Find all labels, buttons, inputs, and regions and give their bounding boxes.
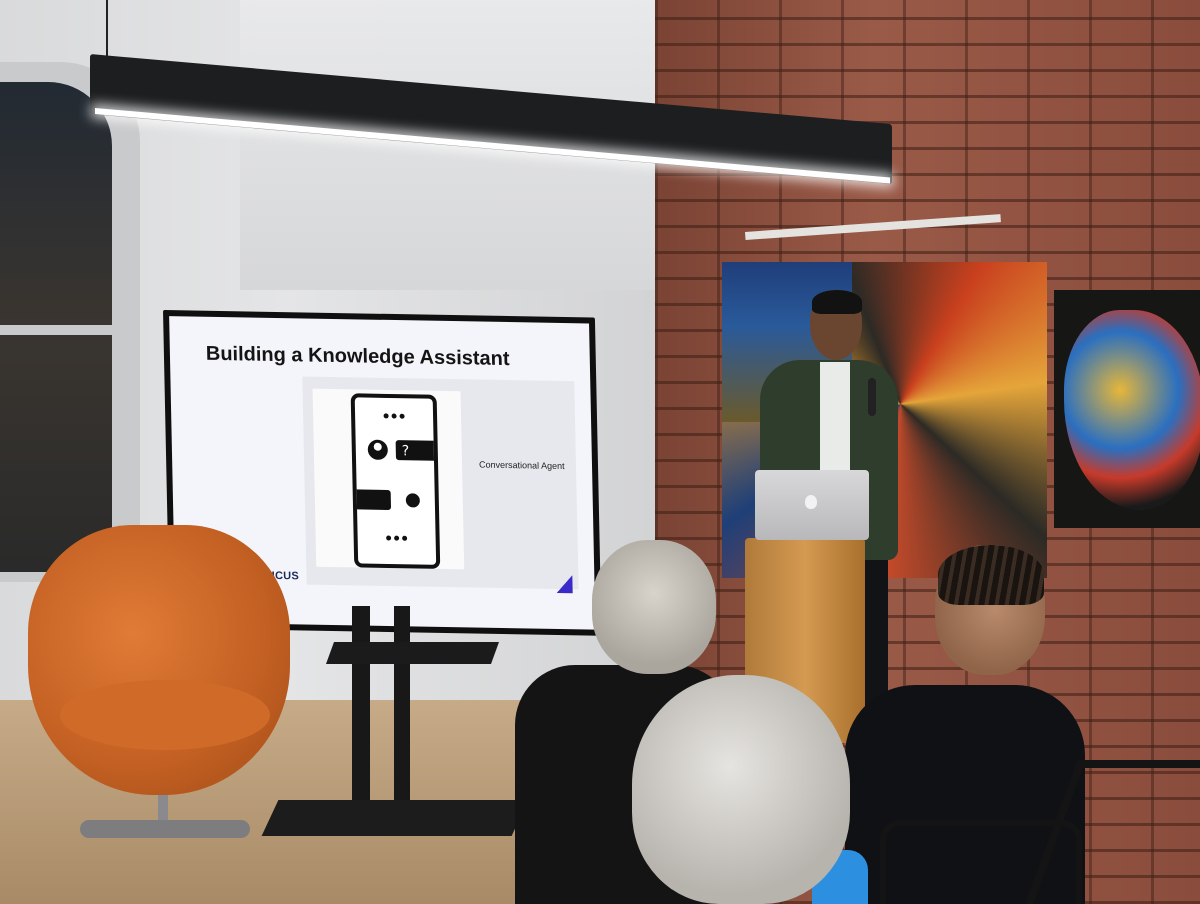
slide-caption: Conversational Agent	[478, 459, 565, 472]
speaker-shirt	[820, 362, 850, 472]
slide-corner-accent	[556, 574, 573, 594]
audience-member-left-head	[592, 540, 716, 674]
laptop-logo-icon	[805, 495, 817, 509]
scene: Building a Knowledge Assistant ? Convers…	[0, 0, 1200, 904]
svg-text:?: ?	[402, 443, 410, 459]
tv-stand-post-right	[394, 606, 410, 826]
abstract-painting-right	[1054, 290, 1200, 528]
orange-egg-chair	[28, 525, 290, 795]
chair-seat	[60, 680, 270, 750]
tv-stand-shelf	[325, 642, 500, 664]
slide-panel: ? Conversational Agent	[302, 376, 579, 590]
chair-base	[80, 820, 250, 838]
audience-member-right-braids	[938, 545, 1044, 605]
phone-illustration: ?	[312, 388, 465, 570]
phone-chat-icon: ?	[334, 393, 448, 569]
audience-member-front-head	[632, 675, 850, 904]
window-mullion	[0, 325, 112, 335]
painting-figure	[1064, 310, 1200, 510]
microphone	[868, 378, 876, 416]
tv-stand-base	[261, 800, 529, 836]
tv-stand-post-left	[352, 606, 370, 826]
speaker-hair	[812, 290, 862, 314]
slide-title: Building a Knowledge Assistant	[205, 342, 510, 371]
light-wire	[106, 0, 108, 56]
